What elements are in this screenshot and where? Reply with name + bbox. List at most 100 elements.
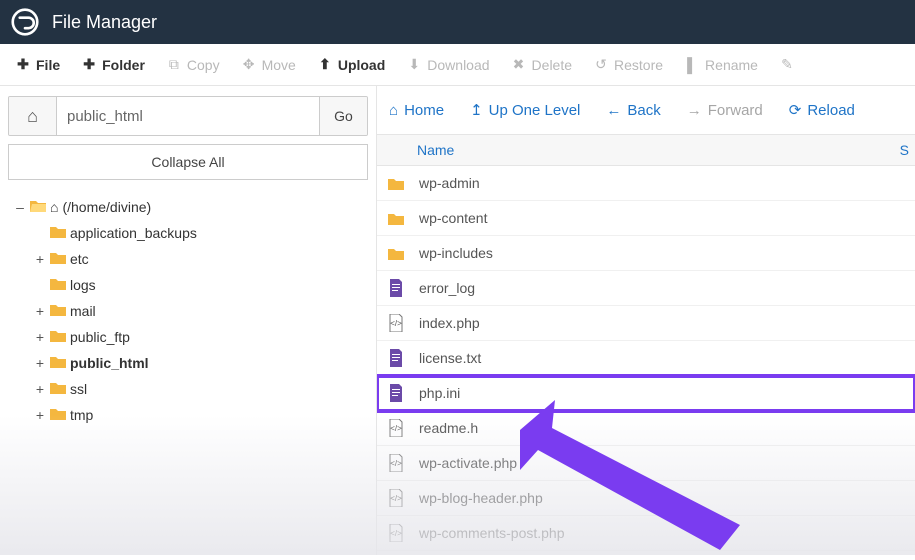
collapse-icon[interactable]: – [14,197,26,217]
tree-item[interactable]: + tmp [34,402,368,428]
file-name: index.php [419,315,480,331]
copy-button[interactable]: ⧉Copy [157,50,230,79]
tree-root[interactable]: – ⌂ (/home/divine) [14,194,368,220]
nav-reload-button[interactable]: ⟳Reload [781,97,863,123]
up-icon: ↥ [470,101,483,119]
file-row[interactable]: wp-admin [377,166,915,201]
tree-item[interactable]: + etc [34,246,368,272]
nav-back-button[interactable]: ←Back [598,98,668,123]
rename-button[interactable]: ▌Rename [675,51,768,79]
restore-icon: ↺ [594,56,608,73]
tree-item[interactable]: logs [34,272,368,298]
download-button[interactable]: ⬇Download [397,50,499,79]
document-icon [387,349,405,367]
plus-icon: ✚ [16,56,30,73]
cpanel-logo-icon [10,7,40,37]
file-row[interactable]: php.ini [377,376,915,411]
new-folder-button[interactable]: ✚Folder [72,50,155,79]
nav-forward-button[interactable]: →Forward [679,98,771,123]
file-row[interactable]: error_log [377,271,915,306]
new-file-button[interactable]: ✚File [6,50,70,79]
code-file-icon: </> [387,419,405,437]
tree-item[interactable]: + public_ftp [34,324,368,350]
expand-icon[interactable]: + [34,301,46,321]
folder-icon [50,353,66,373]
nav-home-button[interactable]: ⌂Home [381,98,452,123]
tree-item-label: tmp [70,405,93,425]
folder-icon [387,246,405,260]
download-icon: ⬇ [407,56,421,73]
file-name: license.txt [419,350,481,366]
svg-text:</>: </> [390,319,402,328]
collapse-all-button[interactable]: Collapse All [8,144,368,180]
file-row[interactable]: </> index.php [377,306,915,341]
back-icon: ← [606,102,621,119]
file-name: wp-includes [419,245,493,261]
file-row[interactable]: wp-includes [377,236,915,271]
home-icon: ⌂ [27,106,38,127]
code-file-icon: </> [387,454,405,472]
expand-icon[interactable]: + [34,379,46,399]
left-panel: ⌂ Go Collapse All – ⌂ (/home/divine) app… [0,86,376,555]
path-input[interactable] [57,97,319,135]
app-title: File Manager [52,12,157,33]
file-name: readme.h [419,420,478,436]
file-row[interactable]: </> readme.h [377,411,915,446]
restore-button[interactable]: ↺Restore [584,50,673,79]
upload-button[interactable]: ⬆Upload [308,50,395,79]
upload-icon: ⬆ [318,56,332,73]
column-size[interactable]: S [900,142,909,158]
go-button[interactable]: Go [319,97,367,135]
tree-item[interactable]: +ssl [34,376,368,402]
forward-icon: → [687,102,702,119]
svg-text:</>: </> [390,529,402,538]
file-row[interactable]: wp-content [377,201,915,236]
code-file-icon: </> [387,314,405,332]
expand-icon[interactable]: + [34,327,46,347]
nav-up-button[interactable]: ↥Up One Level [462,97,588,123]
file-nav-bar: ⌂Home ↥Up One Level ←Back →Forward ⟳Relo… [377,86,915,134]
tree-item-label: logs [70,275,96,295]
file-row[interactable]: </>wp-blog-header.php [377,481,915,516]
svg-text:</>: </> [390,424,402,433]
copy-icon: ⧉ [167,56,181,73]
column-name[interactable]: Name [417,142,454,158]
tree-item-label: public_ftp [70,327,130,347]
code-file-icon: </> [387,524,405,542]
tree-item-label: etc [70,249,89,269]
rename-icon: ▌ [685,57,699,73]
expand-icon[interactable]: + [34,353,46,373]
document-icon [387,384,405,402]
document-icon [387,279,405,297]
move-button[interactable]: ✥Move [232,50,306,79]
file-name: wp-activate.php [419,455,517,471]
path-row: ⌂ Go [8,96,368,136]
expand-icon[interactable]: + [34,249,46,269]
tree-item[interactable]: application_backups [34,220,368,246]
delete-button[interactable]: ✖Delete [502,50,582,79]
tree-item[interactable]: +mail [34,298,368,324]
file-name: php.ini [419,385,460,401]
plus-icon: ✚ [82,56,96,73]
edit-button[interactable]: ✎ [770,50,804,79]
tree-root-label: (/home/divine) [62,197,151,217]
folder-icon [50,327,66,347]
expand-icon[interactable]: + [34,405,46,425]
file-row[interactable]: </> wp-activate.php [377,446,915,481]
tree-item-label: application_backups [70,223,197,243]
file-row[interactable]: license.txt [377,341,915,376]
move-icon: ✥ [242,56,256,73]
folder-icon [50,379,66,399]
tree-item[interactable]: +public_html [34,350,368,376]
folder-icon [50,405,66,425]
folder-open-icon [30,197,46,217]
folder-icon [387,211,405,225]
folder-tree: – ⌂ (/home/divine) application_backups + e… [8,188,368,428]
home-button[interactable]: ⌂ [9,97,57,135]
svg-text:</>: </> [390,459,402,468]
right-panel: ⌂Home ↥Up One Level ←Back →Forward ⟳Relo… [376,86,915,555]
reload-icon: ⟳ [789,101,802,119]
folder-icon [50,223,66,243]
file-row[interactable]: </>wp-comments-post.php [377,516,915,551]
file-list: wp-adminwp-contentwp-includeserror_log</… [377,166,915,555]
